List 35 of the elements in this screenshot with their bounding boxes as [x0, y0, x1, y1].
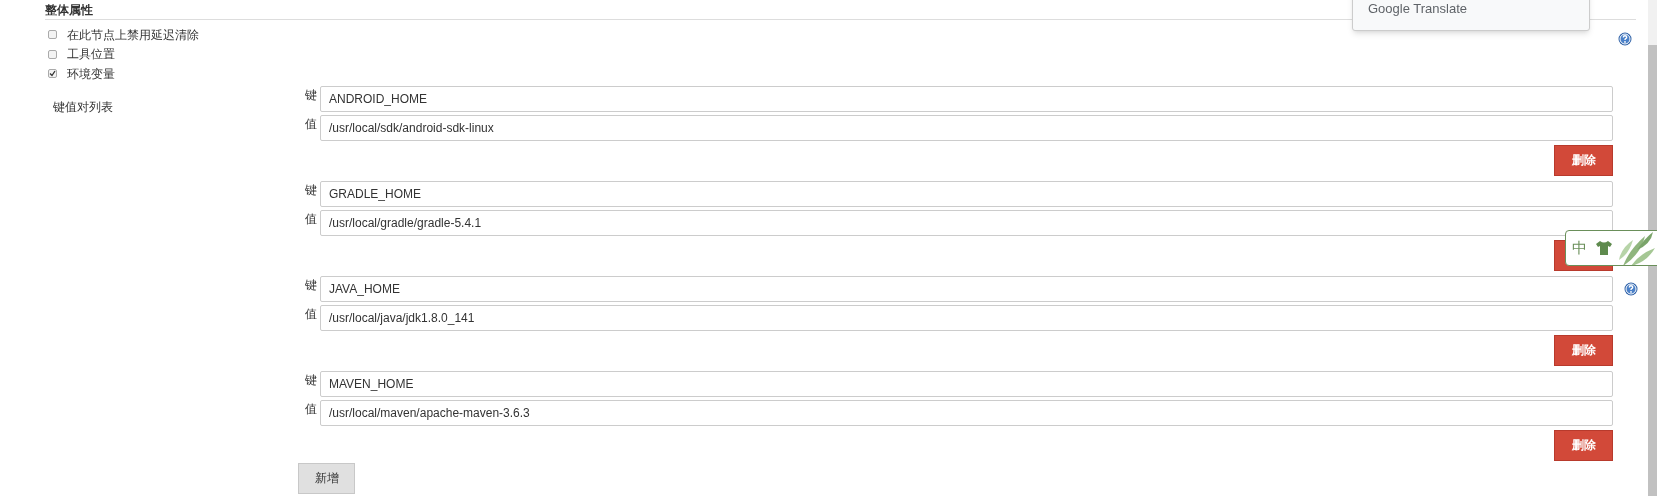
scrollbar[interactable] — [1648, 0, 1657, 496]
language-label: 中 — [1572, 237, 1587, 258]
value-field[interactable]: /usr/local/gradle/gradle-5.4.1 — [320, 209, 1613, 236]
value-field[interactable]: /usr/local/sdk/android-sdk-linux — [320, 114, 1613, 141]
value-label: 值 — [305, 115, 318, 133]
help-icon[interactable] — [1623, 281, 1638, 296]
key-field[interactable]: JAVA_HOME — [320, 275, 1613, 302]
option-label: 在此节点上禁用延迟清除 — [67, 26, 199, 44]
key-field[interactable]: ANDROID_HOME — [320, 85, 1613, 112]
list-label: 键值对列表 — [53, 99, 113, 114]
key-label: 键 — [305, 86, 318, 104]
value-label: 值 — [305, 305, 318, 323]
add-button[interactable]: 新增 — [298, 462, 355, 494]
value-field[interactable]: /usr/local/java/jdk1.8.0_141 — [320, 304, 1613, 331]
delete-button[interactable]: 删除 — [1554, 429, 1613, 461]
checkbox[interactable] — [48, 30, 57, 40]
option-label: 工具位置 — [67, 46, 115, 64]
value-field[interactable]: /usr/local/maven/apache-maven-3.6.3 — [320, 399, 1613, 426]
delete-button[interactable]: 删除 — [1554, 334, 1613, 366]
value-label: 值 — [305, 210, 318, 228]
translate-label[interactable]: Google Translate — [1368, 0, 1467, 18]
key-label: 键 — [305, 371, 318, 389]
checkbox[interactable] — [48, 69, 57, 79]
delete-button[interactable]: 删除 — [1554, 144, 1613, 176]
checkbox[interactable] — [48, 49, 57, 59]
key-label: 键 — [305, 276, 318, 294]
key-field[interactable]: GRADLE_HOME — [320, 180, 1613, 207]
option-label: 环境变量 — [67, 65, 115, 83]
shirt-icon — [1595, 240, 1613, 256]
help-icon[interactable] — [1618, 31, 1632, 46]
key-field[interactable]: MAVEN_HOME — [320, 370, 1613, 397]
language-menu[interactable]: 中 — [1565, 230, 1657, 266]
section-title: 整体属性 — [45, 4, 93, 16]
value-label: 值 — [305, 400, 318, 418]
key-label: 键 — [305, 181, 318, 199]
